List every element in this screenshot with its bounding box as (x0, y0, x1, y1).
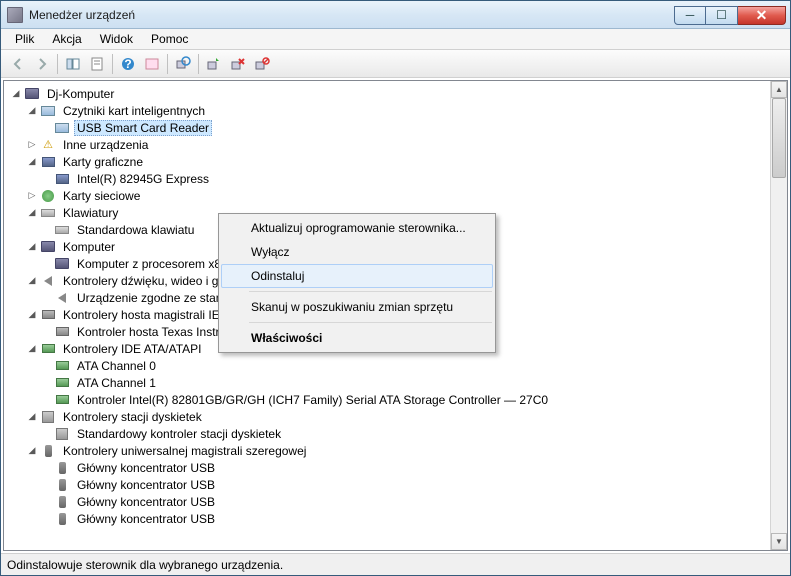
close-button[interactable]: ✕ (738, 6, 786, 25)
ctx-properties[interactable]: Właściwości (221, 326, 493, 350)
tree-device[interactable]: Standardowy kontroler stacji dyskietek (8, 425, 770, 442)
tree-device[interactable]: Główny koncentrator USB (8, 459, 770, 476)
maximize-button[interactable]: ☐ (706, 6, 738, 25)
separator (249, 291, 492, 292)
ctx-uninstall[interactable]: Odinstaluj (221, 264, 493, 288)
expander-icon[interactable]: ◢ (10, 88, 22, 100)
ctx-disable[interactable]: Wyłącz (221, 240, 493, 264)
expander-icon[interactable]: ◢ (26, 105, 38, 117)
tree-device[interactable]: Główny koncentrator USB (8, 510, 770, 527)
expander-icon[interactable]: ◢ (26, 275, 38, 287)
back-button[interactable] (7, 53, 29, 75)
app-icon (7, 7, 23, 23)
content-area: ◢Dj-Komputer ◢Czytniki kart inteligentny… (3, 80, 788, 551)
menu-help[interactable]: Pomoc (143, 30, 196, 48)
help-button[interactable]: ? (117, 53, 139, 75)
tree-root[interactable]: ◢Dj-Komputer (8, 85, 770, 102)
scroll-track[interactable] (771, 98, 787, 533)
tree-device[interactable]: ATA Channel 1 (8, 374, 770, 391)
menubar: Plik Akcja Widok Pomoc (1, 29, 790, 50)
vertical-scrollbar[interactable]: ▲ ▼ (770, 81, 787, 550)
tree-device[interactable]: ATA Channel 0 (8, 357, 770, 374)
disable-button[interactable] (251, 53, 273, 75)
menu-action[interactable]: Akcja (44, 30, 89, 48)
statusbar: Odinstalowuje sterownik dla wybranego ur… (1, 553, 790, 575)
uninstall-button[interactable] (227, 53, 249, 75)
warning-icon (40, 137, 56, 153)
titlebar[interactable]: Menedżer urządzeń ─ ☐ ✕ (1, 1, 790, 29)
minimize-button[interactable]: ─ (674, 6, 706, 25)
menu-file[interactable]: Plik (7, 30, 42, 48)
expander-icon[interactable]: ◢ (26, 343, 38, 355)
tree-category[interactable]: ◢Czytniki kart inteligentnych (8, 102, 770, 119)
scroll-down-button[interactable]: ▼ (771, 533, 787, 550)
tree-device[interactable]: Główny koncentrator USB (8, 476, 770, 493)
status-text: Odinstalowuje sterownik dla wybranego ur… (7, 558, 283, 572)
menu-view[interactable]: Widok (92, 30, 141, 48)
expander-icon[interactable]: ▷ (26, 190, 38, 202)
ctx-update-driver[interactable]: Aktualizuj oprogramowanie sterownika... (221, 216, 493, 240)
expander-icon[interactable]: ◢ (26, 309, 38, 321)
update-driver-button[interactable] (203, 53, 225, 75)
expander-icon[interactable]: ◢ (26, 445, 38, 457)
context-menu: Aktualizuj oprogramowanie sterownika... … (218, 213, 496, 353)
ctx-scan-hardware[interactable]: Skanuj w poszukiwaniu zmian sprzętu (221, 295, 493, 319)
tree-category[interactable]: ▷Karty sieciowe (8, 187, 770, 204)
expander-icon[interactable]: ◢ (26, 156, 38, 168)
tree-category[interactable]: ▷Inne urządzenia (8, 136, 770, 153)
tree-device[interactable]: Główny koncentrator USB (8, 493, 770, 510)
tree-device-selected[interactable]: USB Smart Card Reader (8, 119, 770, 136)
expander-icon[interactable]: ◢ (26, 241, 38, 253)
svg-text:?: ? (124, 57, 131, 71)
tree-device[interactable]: Intel(R) 82945G Express (8, 170, 770, 187)
toolbar: ? (1, 50, 790, 78)
properties-button[interactable] (86, 53, 108, 75)
separator (249, 322, 492, 323)
scroll-up-button[interactable]: ▲ (771, 81, 787, 98)
tree-category[interactable]: ◢Kontrolery stacji dyskietek (8, 408, 770, 425)
tree-category[interactable]: ◢Karty graficzne (8, 153, 770, 170)
tree-category[interactable]: ◢Kontrolery uniwersalnej magistrali szer… (8, 442, 770, 459)
window-title: Menedżer urządzeń (29, 8, 135, 22)
expander-icon[interactable]: ◢ (26, 207, 38, 219)
device-manager-window: Menedżer urządzeń ─ ☐ ✕ Plik Akcja Widok… (0, 0, 791, 576)
action-button[interactable] (141, 53, 163, 75)
device-tree[interactable]: ◢Dj-Komputer ◢Czytniki kart inteligentny… (4, 81, 770, 550)
show-hide-tree-button[interactable] (62, 53, 84, 75)
scroll-thumb[interactable] (772, 98, 786, 178)
expander-icon[interactable]: ▷ (26, 139, 38, 151)
scan-hardware-button[interactable] (172, 53, 194, 75)
expander-icon[interactable]: ◢ (26, 411, 38, 423)
forward-button[interactable] (31, 53, 53, 75)
tree-device[interactable]: Kontroler Intel(R) 82801GB/GR/GH (ICH7 F… (8, 391, 770, 408)
